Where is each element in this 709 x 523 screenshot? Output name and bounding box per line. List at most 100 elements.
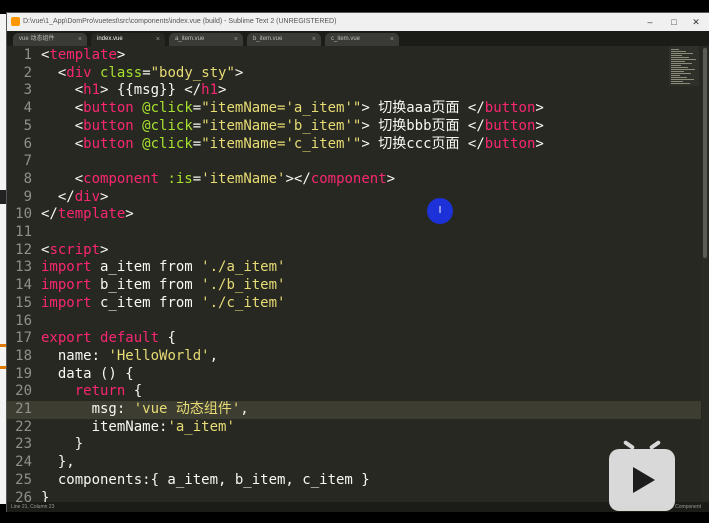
code-token: export: [41, 330, 92, 347]
code-token: </: [41, 206, 58, 223]
code-line[interactable]: 2 <div class="body_sty">: [7, 65, 701, 83]
maximize-button[interactable]: □: [663, 13, 685, 31]
minimap-line: [671, 79, 694, 80]
code-token: script: [49, 241, 101, 258]
vertical-scrollbar[interactable]: [702, 46, 708, 502]
minimap-line: [671, 77, 687, 78]
minimap-line: [671, 55, 682, 56]
line-number: 9: [23, 188, 32, 205]
code-token: b_item: [91, 277, 160, 294]
code-token: {: [125, 383, 143, 400]
tab-close-icon[interactable]: ×: [78, 33, 82, 46]
code-line[interactable]: 4 <button @click="itemName='a_item'"> 切换…: [7, 100, 701, 118]
minimap-line: [671, 83, 690, 84]
code-text: <script>: [41, 242, 108, 260]
line-number: 26: [15, 489, 32, 503]
tab-close-icon[interactable]: ×: [312, 33, 316, 46]
tab-label: c_item.vue: [331, 36, 361, 42]
code-line[interactable]: 8 <component :is='itemName'></component>: [7, 171, 701, 189]
tab-label: a_item.vue: [175, 36, 205, 42]
code-token: >: [386, 170, 396, 187]
code-token: 'HelloWorld': [108, 347, 210, 364]
tab-2[interactable]: a_item.vue ×: [169, 33, 243, 46]
minimap-line: [671, 53, 693, 54]
code-text: itemName:'a_item': [41, 419, 235, 437]
code-line[interactable]: 13 import a_item from './a_item': [7, 259, 701, 277]
line-number: 8: [23, 170, 32, 187]
code-line[interactable]: 22 itemName:'a_item': [7, 419, 701, 437]
code-line[interactable]: 14 import b_item from './b_item': [7, 277, 701, 295]
code-line[interactable]: 23 }: [7, 436, 701, 454]
minimap-line: [671, 63, 692, 64]
minimap-line: [671, 61, 685, 62]
code-token: <: [41, 117, 84, 134]
code-line[interactable]: 19 data () {: [7, 366, 701, 384]
line-number: 11: [15, 224, 32, 240]
code-line[interactable]: 21 msg: 'vue 动态组件',: [7, 401, 701, 419]
line-number: 7: [23, 153, 32, 170]
code-line[interactable]: 3 <h1> {{msg}} </h1>: [7, 82, 701, 100]
tab-4[interactable]: c_item.vue ×: [325, 33, 399, 46]
code-token: <: [41, 100, 84, 117]
code-line[interactable]: 11: [7, 224, 701, 242]
tab-close-icon[interactable]: ×: [390, 33, 394, 46]
code-token: data () {: [41, 365, 134, 382]
tab-0[interactable]: vue 动态组件 ×: [13, 33, 87, 46]
code-line[interactable]: 18 name: 'HelloWorld',: [7, 348, 701, 366]
code-token: component: [83, 170, 160, 187]
line-number: 16: [15, 312, 32, 329]
sublime-text-window: D:\vue\1_App\DomPro\vuetest\src\componen…: [6, 12, 709, 514]
code-line[interactable]: 10 </template>: [7, 206, 701, 224]
code-line[interactable]: 20 return {: [7, 383, 701, 401]
line-number: 12: [15, 241, 32, 258]
minimize-button[interactable]: –: [639, 13, 661, 31]
tab-close-icon[interactable]: ×: [156, 33, 160, 46]
code-token: ,: [209, 347, 219, 364]
code-line[interactable]: 6 <button @click="itemName='c_item'"> 切换…: [7, 136, 701, 154]
code-line[interactable]: 16: [7, 313, 701, 331]
code-token: button: [484, 135, 536, 152]
code-line[interactable]: 1 <template>: [7, 47, 701, 65]
code-line[interactable]: 12 <script>: [7, 242, 701, 260]
code-token: >: [535, 135, 544, 152]
scrollbar-thumb[interactable]: [703, 48, 707, 258]
code-line[interactable]: 5 <button @click="itemName='b_item'"> 切换…: [7, 118, 701, 136]
minimap[interactable]: [669, 46, 699, 86]
code-line[interactable]: 25 components:{ a_item, b_item, c_item }: [7, 472, 701, 490]
code-line[interactable]: 15 import c_item from './c_item': [7, 295, 701, 313]
minimap-line: [671, 51, 686, 52]
minimap-line: [671, 73, 691, 74]
code-token: =: [192, 135, 202, 152]
tab-3[interactable]: b_item.vue ×: [247, 33, 321, 46]
code-token: 'a_item': [167, 418, 235, 435]
close-button[interactable]: ✕: [685, 13, 707, 31]
code-line[interactable]: 9 </div>: [7, 189, 701, 207]
code-line[interactable]: 17 export default {: [7, 330, 701, 348]
code-token: >: [116, 47, 126, 63]
tab-close-icon[interactable]: ×: [234, 33, 238, 46]
code-token: import: [41, 294, 92, 311]
tab-1[interactable]: index.vue ×: [91, 33, 165, 46]
code-token: button: [484, 117, 536, 134]
video-play-icon[interactable]: [609, 439, 675, 511]
code-text: import a_item from './a_item': [41, 259, 285, 277]
minimap-line: [671, 59, 696, 60]
code-token: button: [484, 100, 536, 117]
line-number: 23: [15, 436, 32, 453]
code-editor[interactable]: 26} 25 components:{ a_item, b_item, c_ite…: [7, 46, 709, 502]
code-token: "body_sty": [150, 64, 235, 81]
code-token: a_item: [91, 259, 160, 276]
code-token: button: [83, 135, 134, 152]
tab-label: vue 动态组件: [19, 36, 55, 42]
code-line[interactable]: 7: [7, 153, 701, 171]
code-text: <component :is='itemName'></component>: [41, 171, 395, 189]
code-token: template: [49, 47, 117, 63]
code-line[interactable]: 26}: [7, 490, 701, 503]
tab-label: index.vue: [97, 36, 123, 42]
code-token: './a_item': [201, 259, 286, 276]
code-line[interactable]: 24 },: [7, 454, 701, 472]
